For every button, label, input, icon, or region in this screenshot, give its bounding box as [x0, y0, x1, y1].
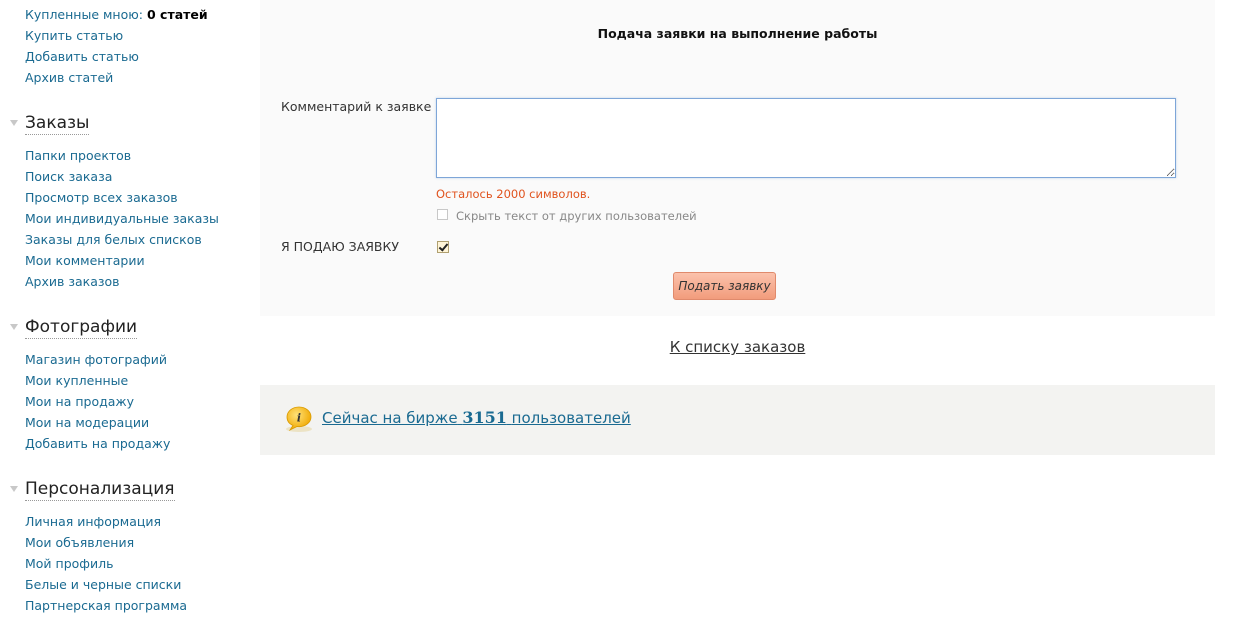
submit-application-button[interactable]: Подать заявку	[673, 272, 776, 300]
hide-text-label: Скрыть текст от других пользователей	[456, 209, 697, 223]
online-users-prefix: Сейчас на бирже	[322, 409, 458, 427]
sidebar-item-my-comments[interactable]: Мои комментарии	[25, 253, 145, 268]
comment-label: Комментарий к заявке	[281, 99, 432, 114]
collapse-triangle-icon[interactable]	[10, 324, 18, 330]
sidebar: Купленные мною: 0 статей Купить статью Д…	[0, 0, 240, 622]
section-title-personal[interactable]: Персонализация	[25, 478, 175, 501]
sidebar-item-whitelist-orders[interactable]: Заказы для белых списков	[25, 232, 202, 247]
sidebar-item-project-folders[interactable]: Папки проектов	[25, 148, 131, 163]
sidebar-item-my-on-moderation[interactable]: Мои на модерации	[25, 415, 149, 430]
online-users-box: i Сейчас на бирже 3151 пользователей	[260, 385, 1215, 455]
svg-text:i: i	[297, 412, 301, 425]
sidebar-item-buy-article[interactable]: Купить статью	[25, 28, 123, 43]
sidebar-item-order-search[interactable]: Поиск заказа	[25, 169, 112, 184]
back-to-orders-link[interactable]: К списку заказов	[670, 338, 806, 356]
collapse-triangle-icon[interactable]	[10, 486, 18, 492]
form-title: Подача заявки на выполнение работы	[597, 26, 878, 41]
comment-textarea[interactable]	[436, 98, 1176, 178]
sidebar-item-partner-program[interactable]: Партнерская программа	[25, 598, 187, 613]
apply-checkbox[interactable]	[437, 241, 449, 253]
sidebar-item-bought[interactable]: Купленные мною: 0 статей	[25, 7, 208, 22]
hide-text-checkbox[interactable]	[437, 209, 448, 220]
collapse-triangle-icon[interactable]	[10, 120, 18, 126]
sidebar-item-my-ads[interactable]: Мои объявления	[25, 535, 134, 550]
section-title-photos[interactable]: Фотографии	[25, 316, 138, 339]
online-users-count: 3151	[462, 408, 507, 427]
sidebar-item-all-orders[interactable]: Просмотр всех заказов	[25, 190, 178, 205]
sidebar-item-personal-info[interactable]: Личная информация	[25, 514, 161, 529]
bought-label: Купленные мною:	[25, 7, 143, 22]
application-form: Подача заявки на выполнение работы Комме…	[260, 0, 1215, 316]
sidebar-item-my-profile[interactable]: Мой профиль	[25, 556, 113, 571]
sidebar-item-add-for-sale[interactable]: Добавить на продажу	[25, 436, 170, 451]
online-users-link[interactable]: Сейчас на бирже 3151 пользователей	[322, 408, 631, 427]
sidebar-item-individual-orders[interactable]: Мои индивидуальные заказы	[25, 211, 219, 226]
sidebar-item-add-article[interactable]: Добавить статью	[25, 49, 139, 64]
bought-count: 0 статей	[146, 7, 208, 22]
sidebar-item-order-archive[interactable]: Архив заказов	[25, 274, 120, 289]
sidebar-item-white-black-lists[interactable]: Белые и черные списки	[25, 577, 181, 592]
characters-remaining: Осталось 2000 символов.	[436, 187, 591, 201]
sidebar-item-my-for-sale[interactable]: Мои на продажу	[25, 394, 134, 409]
info-bubble-icon: i	[286, 406, 312, 432]
online-users-suffix: пользователей	[511, 409, 631, 427]
apply-label: Я ПОДАЮ ЗАЯВКУ	[281, 239, 399, 254]
sidebar-item-my-bought-photos[interactable]: Мои купленные	[25, 373, 128, 388]
section-title-orders[interactable]: Заказы	[25, 112, 90, 135]
back-to-orders: К списку заказов	[260, 338, 1215, 356]
sidebar-item-article-archive[interactable]: Архив статей	[25, 70, 113, 85]
sidebar-item-photo-shop[interactable]: Магазин фотографий	[25, 352, 167, 367]
